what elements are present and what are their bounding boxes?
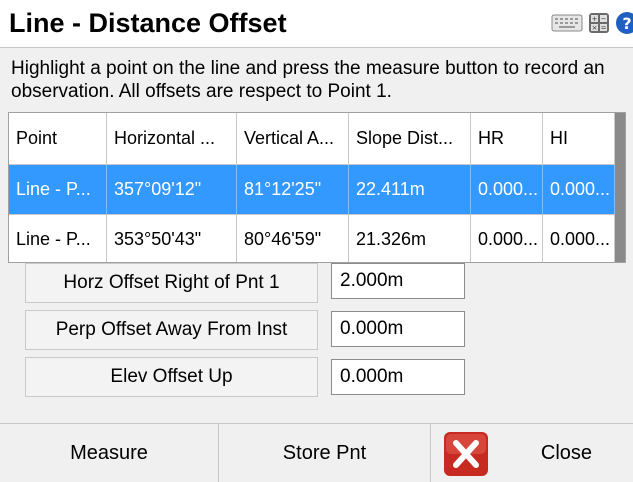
column-header-hr[interactable]: HR	[471, 113, 543, 165]
measure-button[interactable]: Measure	[0, 424, 218, 482]
horz-offset-input[interactable]: 2.000m	[331, 263, 465, 299]
cell-vertical: 81°12'25"	[237, 165, 349, 215]
cell-slope-distance: 22.411m	[349, 165, 471, 215]
table-scrollbar[interactable]	[615, 113, 625, 262]
cell-hi: 0.000...	[543, 165, 615, 215]
cell-horizontal: 357°09'12"	[107, 165, 237, 215]
table-row-selected[interactable]: Line - P... 357°09'12" 81°12'25" 22.411m…	[9, 165, 615, 215]
observations-table: Point Horizontal ... Vertical A... Slope…	[8, 112, 626, 263]
column-header-horizontal[interactable]: Horizontal ...	[107, 113, 237, 165]
column-header-point[interactable]: Point	[9, 113, 107, 165]
elev-offset-button[interactable]: Elev Offset Up	[25, 357, 318, 397]
cell-slope-distance: 21.326m	[349, 215, 471, 262]
store-point-button[interactable]: Store Pnt	[219, 424, 430, 482]
cell-vertical: 80°46'59"	[237, 215, 349, 262]
cell-hi: 0.000...	[543, 215, 615, 262]
close-x-icon[interactable]	[442, 430, 490, 478]
perp-offset-button[interactable]: Perp Offset Away From Inst	[25, 310, 318, 350]
cell-point: Line - P...	[9, 165, 107, 215]
elev-offset-input[interactable]: 0.000m	[331, 359, 465, 395]
keyboard-icon[interactable]	[551, 13, 588, 38]
perp-offset-input[interactable]: 0.000m	[331, 311, 465, 347]
cell-hr: 0.000...	[471, 215, 543, 262]
calculator-icon[interactable]: + − × =	[588, 12, 615, 39]
column-header-slope-distance[interactable]: Slope Dist...	[349, 113, 471, 165]
close-button[interactable]: Close	[500, 424, 633, 482]
horz-offset-button[interactable]: Horz Offset Right of Pnt 1	[25, 263, 318, 303]
title-icons: + − × = ?	[551, 11, 633, 40]
table-row[interactable]: Line - P... 353°50'43" 80°46'59" 21.326m…	[9, 215, 615, 262]
table-header: Point Horizontal ... Vertical A... Slope…	[9, 113, 615, 165]
cell-hr: 0.000...	[471, 165, 543, 215]
help-icon[interactable]: ?	[615, 11, 633, 40]
column-header-vertical[interactable]: Vertical A...	[237, 113, 349, 165]
svg-text:?: ?	[622, 14, 631, 33]
column-header-hi[interactable]: HI	[543, 113, 615, 165]
toolbar-divider	[430, 424, 431, 482]
svg-text:−: −	[601, 15, 607, 23]
title-bar: Line - Distance Offset + − × = ?	[0, 0, 633, 48]
svg-text:=: =	[601, 24, 607, 32]
window-title: Line - Distance Offset	[9, 8, 287, 38]
cell-point: Line - P...	[9, 215, 107, 262]
svg-text:×: ×	[592, 24, 598, 32]
cell-horizontal: 353°50'43"	[107, 215, 237, 262]
instructions-text: Highlight a point on the line and press …	[11, 58, 605, 102]
svg-text:+: +	[592, 15, 598, 23]
bottom-toolbar: Measure Store Pnt Close	[0, 423, 633, 482]
